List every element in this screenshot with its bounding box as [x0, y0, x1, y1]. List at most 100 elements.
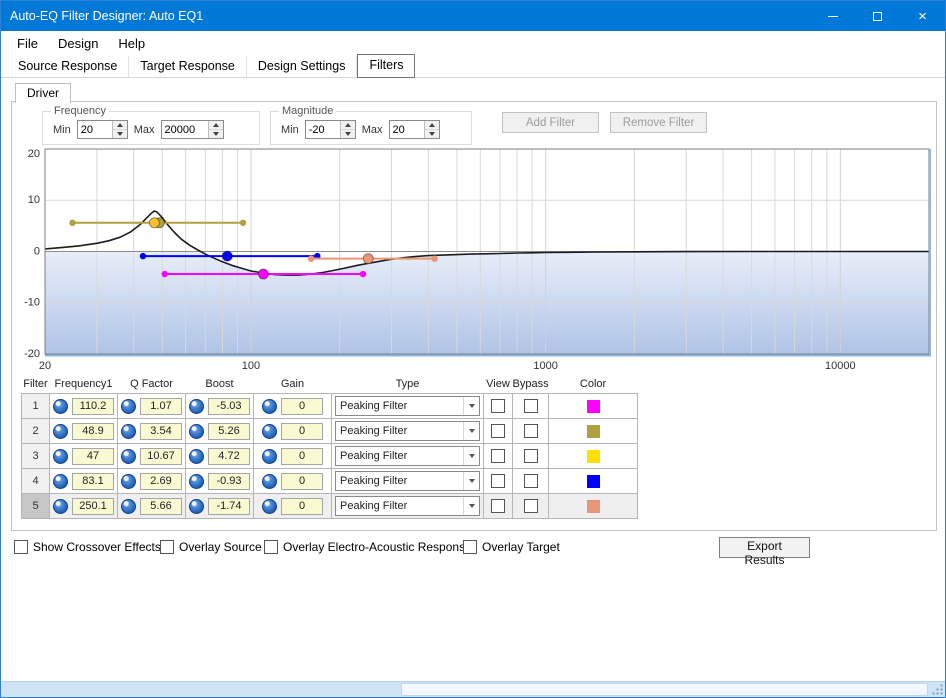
frequency-value[interactable]: 48.9	[72, 423, 114, 440]
chart-canvas[interactable]: 20100-10-2020100100010000	[13, 146, 933, 378]
magnitude-max-input[interactable]	[390, 121, 424, 138]
filter-4-center-handle[interactable]	[222, 251, 232, 261]
spin-down-button[interactable]	[341, 129, 355, 138]
knob-icon[interactable]	[53, 474, 68, 489]
overlay-electro-acoustic-response-checkbox[interactable]: Overlay Electro-Acoustic Response	[264, 540, 472, 554]
boost-value[interactable]: 5.26	[208, 423, 250, 440]
knob-icon[interactable]	[53, 449, 68, 464]
gain-value[interactable]: 0	[281, 448, 323, 465]
frequency-value[interactable]: 250.1	[72, 498, 114, 515]
export-results-button[interactable]: Export Results	[719, 537, 810, 558]
view-checkbox[interactable]	[491, 474, 505, 488]
filter-row-number[interactable]: 4	[22, 469, 50, 494]
filter-2-band-endpoint[interactable]	[69, 220, 75, 226]
filter-type-dropdown[interactable]: Peaking Filter	[335, 446, 480, 466]
horizontal-scrollbar[interactable]	[401, 683, 928, 696]
color-swatch[interactable]	[587, 475, 600, 488]
color-swatch[interactable]	[587, 500, 600, 513]
chevron-down-icon[interactable]	[463, 447, 479, 465]
spin-up-button[interactable]	[113, 121, 127, 129]
bypass-checkbox[interactable]	[524, 499, 538, 513]
tab-target-response[interactable]: Target Response	[129, 56, 247, 77]
overlay-target-checkbox[interactable]: Overlay Target	[463, 540, 560, 554]
knob-icon[interactable]	[53, 399, 68, 414]
overlay-source-checkbox[interactable]: Overlay Source	[160, 540, 262, 554]
q-factor-value[interactable]: 1.07	[140, 398, 182, 415]
view-checkbox[interactable]	[491, 499, 505, 513]
checkbox-icon[interactable]	[463, 540, 477, 554]
spin-up-button[interactable]	[209, 121, 223, 129]
menu-help[interactable]: Help	[108, 33, 155, 54]
frequency-value[interactable]: 110.2	[72, 398, 114, 415]
color-swatch[interactable]	[587, 400, 600, 413]
filter-row-number[interactable]: 3	[22, 444, 50, 469]
boost-value[interactable]: 4.72	[208, 448, 250, 465]
frequency-value[interactable]: 83.1	[72, 473, 114, 490]
frequency-value[interactable]: 47	[72, 448, 114, 465]
q-factor-value[interactable]: 10.67	[140, 448, 182, 465]
tab-filters[interactable]: Filters	[357, 54, 415, 78]
magnitude-min-input[interactable]	[306, 121, 340, 138]
spin-up-button[interactable]	[425, 121, 439, 129]
menu-design[interactable]: Design	[48, 33, 108, 54]
tab-driver[interactable]: Driver	[15, 83, 71, 103]
tab-design-settings[interactable]: Design Settings	[247, 56, 358, 77]
knob-icon[interactable]	[262, 499, 277, 514]
knob-icon[interactable]	[121, 424, 136, 439]
knob-icon[interactable]	[262, 399, 277, 414]
filter-row-number[interactable]: 5	[22, 494, 50, 519]
bypass-checkbox[interactable]	[524, 474, 538, 488]
knob-icon[interactable]	[121, 399, 136, 414]
gain-value[interactable]: 0	[281, 473, 323, 490]
menu-file[interactable]: File	[7, 33, 48, 54]
filter-type-dropdown[interactable]: Peaking Filter	[335, 421, 480, 441]
filter-type-dropdown[interactable]: Peaking Filter	[335, 471, 480, 491]
knob-icon[interactable]	[189, 474, 204, 489]
spin-down-button[interactable]	[209, 129, 223, 138]
knob-icon[interactable]	[189, 499, 204, 514]
knob-icon[interactable]	[121, 474, 136, 489]
bypass-checkbox[interactable]	[524, 449, 538, 463]
gain-value[interactable]: 0	[281, 398, 323, 415]
color-swatch[interactable]	[587, 425, 600, 438]
view-checkbox[interactable]	[491, 449, 505, 463]
filter-1-band-endpoint[interactable]	[162, 271, 168, 277]
spin-down-button[interactable]	[113, 129, 127, 138]
q-factor-value[interactable]: 3.54	[140, 423, 182, 440]
bypass-checkbox[interactable]	[524, 424, 538, 438]
filter-row-number[interactable]: 1	[22, 394, 50, 419]
eq-response-chart[interactable]: 20100-10-2020100100010000	[13, 146, 933, 378]
resize-grip[interactable]	[931, 683, 944, 696]
filter-1-center-handle[interactable]	[258, 269, 268, 279]
remove-filter-button[interactable]: Remove Filter	[610, 112, 707, 133]
bypass-checkbox[interactable]	[524, 399, 538, 413]
filter-1-band-endpoint[interactable]	[360, 271, 366, 277]
view-checkbox[interactable]	[491, 399, 505, 413]
gain-value[interactable]: 0	[281, 498, 323, 515]
chevron-down-icon[interactable]	[463, 497, 479, 515]
maximize-button[interactable]	[855, 1, 900, 31]
filter-4-band-endpoint[interactable]	[140, 253, 146, 259]
show-crossover-effects-checkbox[interactable]: Show Crossover Effects	[14, 540, 161, 554]
knob-icon[interactable]	[189, 449, 204, 464]
tab-source-response[interactable]: Source Response	[7, 56, 129, 77]
q-factor-value[interactable]: 2.69	[140, 473, 182, 490]
boost-value[interactable]: -5.03	[208, 398, 250, 415]
knob-icon[interactable]	[189, 399, 204, 414]
chevron-down-icon[interactable]	[463, 397, 479, 415]
knob-icon[interactable]	[53, 424, 68, 439]
knob-icon[interactable]	[121, 499, 136, 514]
spin-down-button[interactable]	[425, 129, 439, 138]
add-filter-button[interactable]: Add Filter	[502, 112, 599, 133]
filter-type-dropdown[interactable]: Peaking Filter	[335, 496, 480, 516]
color-swatch[interactable]	[587, 450, 600, 463]
knob-icon[interactable]	[121, 449, 136, 464]
gain-value[interactable]: 0	[281, 423, 323, 440]
view-checkbox[interactable]	[491, 424, 505, 438]
checkbox-icon[interactable]	[14, 540, 28, 554]
minimize-button[interactable]	[810, 1, 855, 31]
knob-icon[interactable]	[262, 424, 277, 439]
filter-type-dropdown[interactable]: Peaking Filter	[335, 396, 480, 416]
titlebar[interactable]: Auto-EQ Filter Designer: Auto EQ1 ×	[1, 1, 945, 31]
knob-icon[interactable]	[189, 424, 204, 439]
